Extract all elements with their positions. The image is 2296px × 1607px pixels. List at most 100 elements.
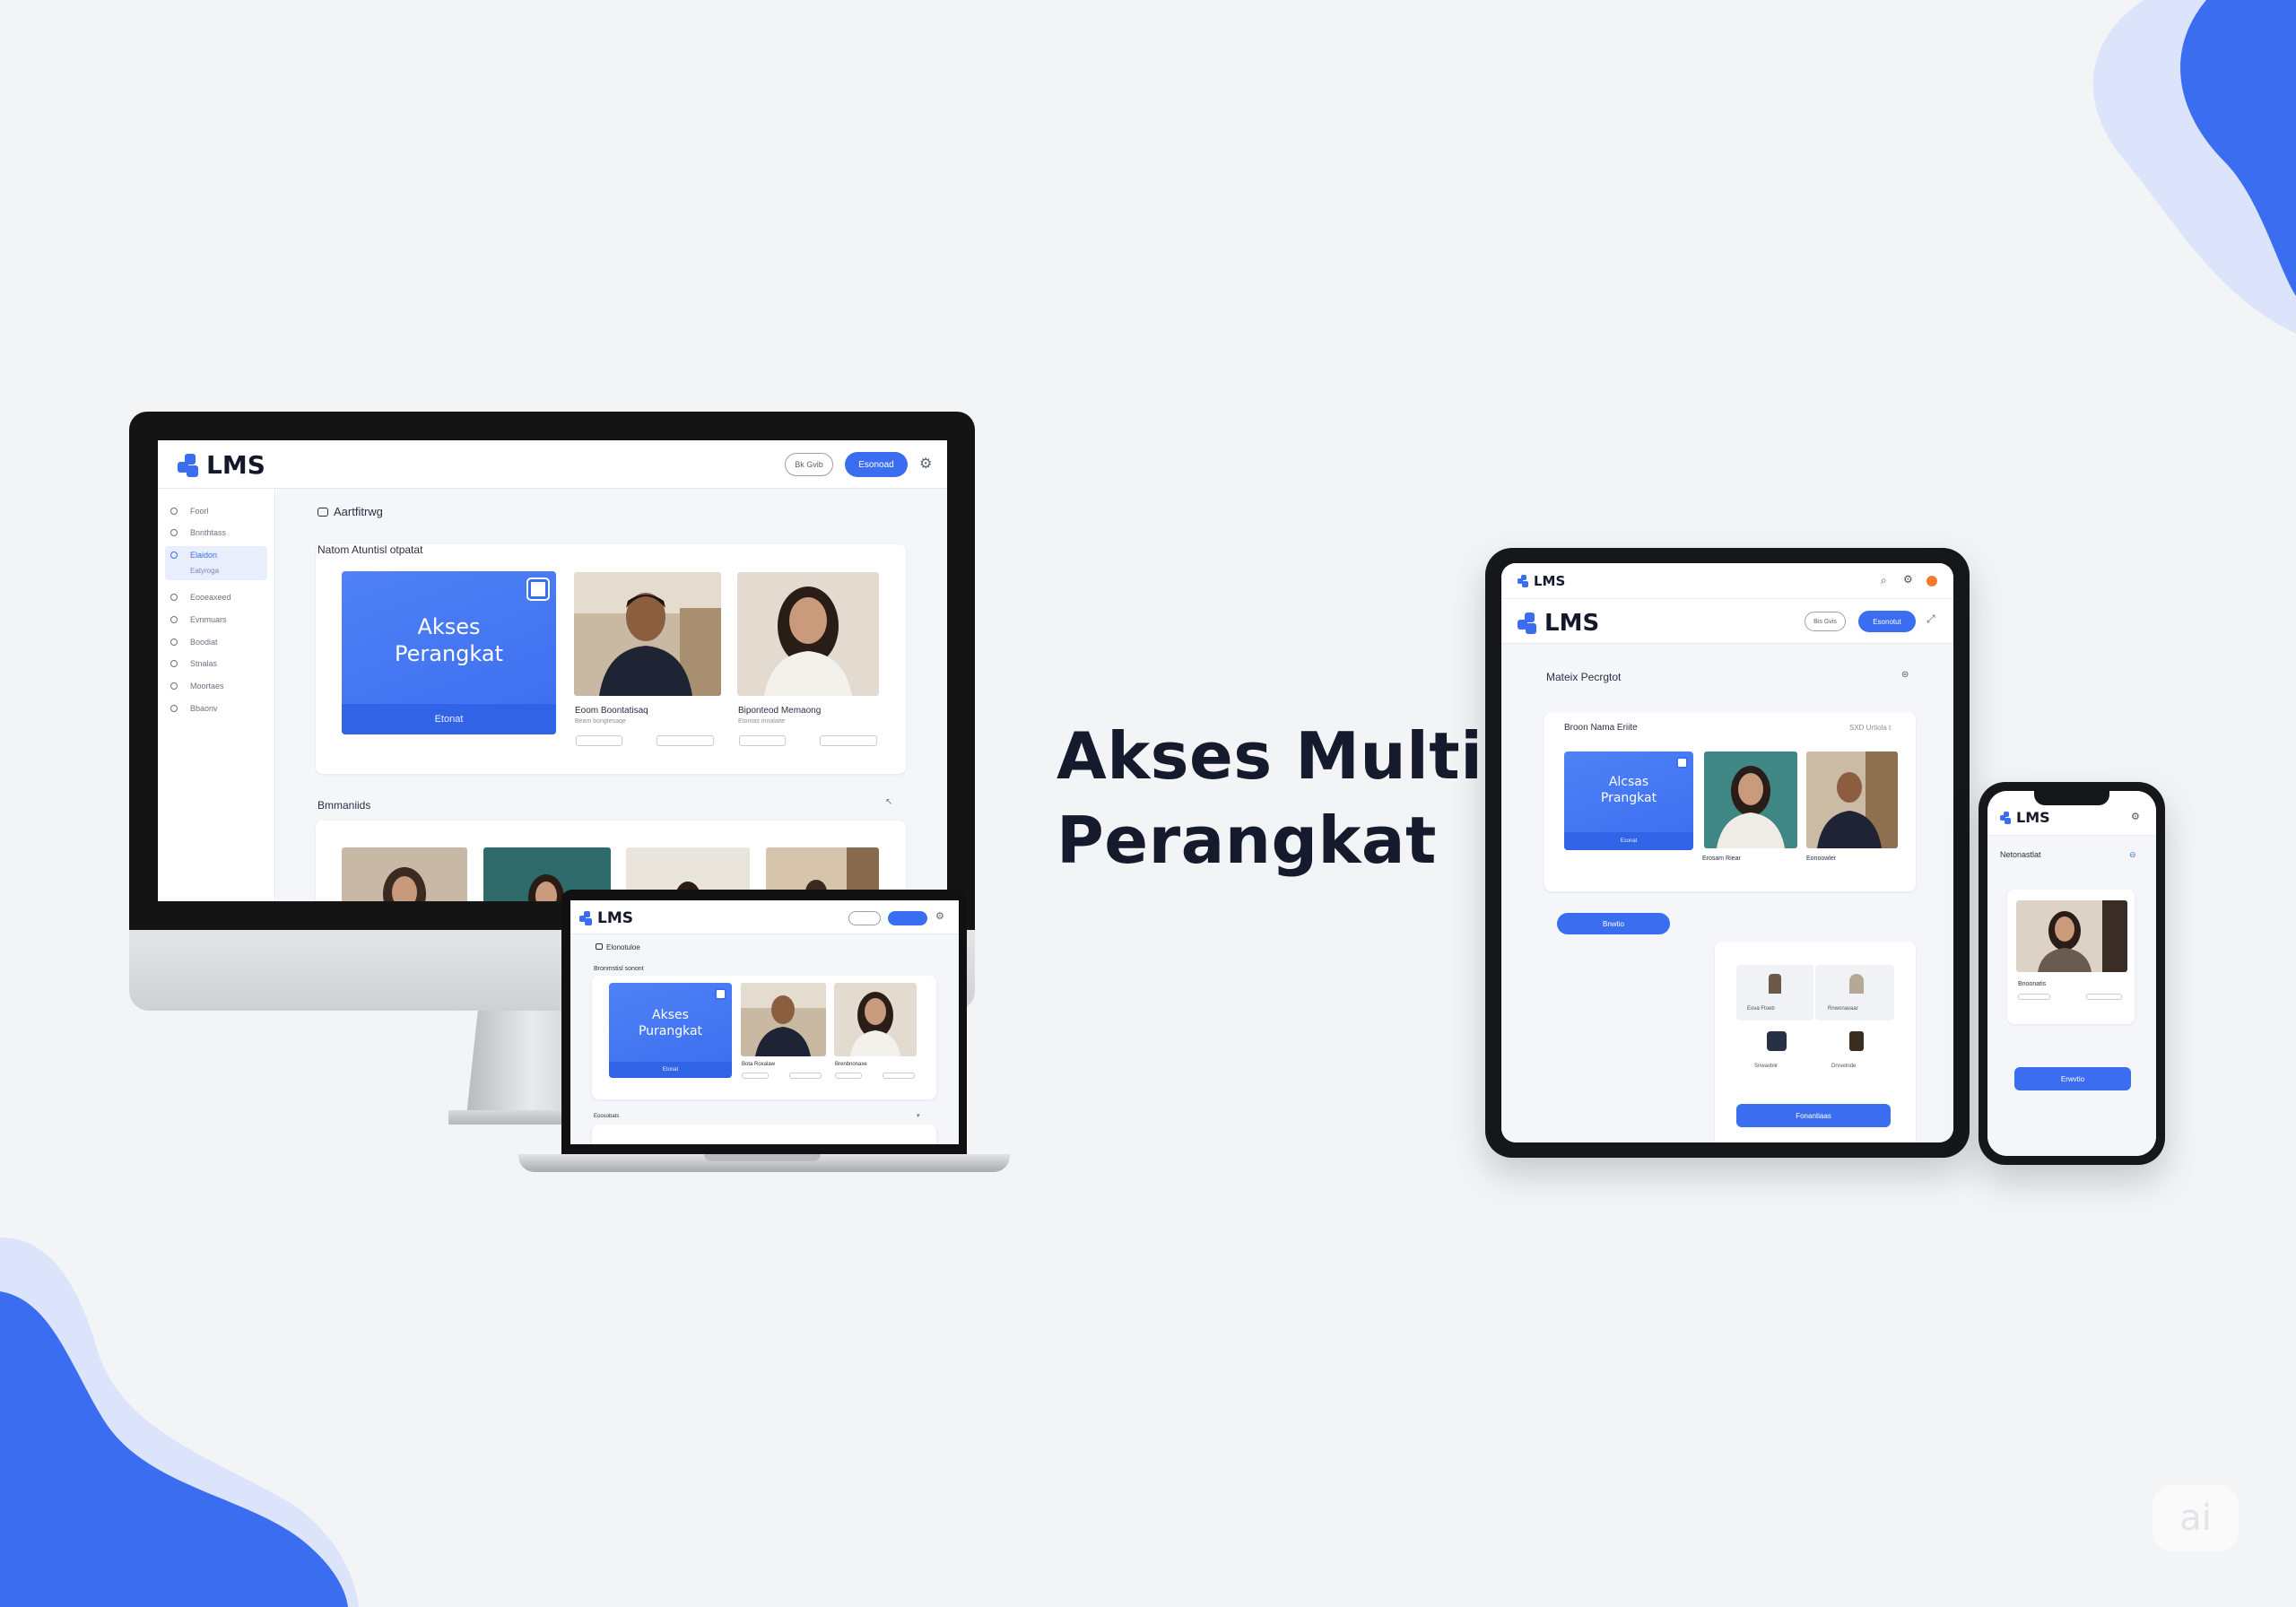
sidebar-item-4[interactable]: Eooeaxeed [170, 593, 231, 602]
tablet-page-title: Mateix Pecrgtot [1546, 671, 1622, 683]
laptop-chip-1[interactable] [742, 1073, 769, 1079]
gear-icon[interactable]: ⚙ [935, 910, 944, 922]
card2-chip-1[interactable] [576, 735, 622, 746]
laptop-screen: LMS ⚙ Elonotuloe Bronmstisl sonont Akses… [570, 900, 959, 1144]
title-icon [596, 943, 603, 950]
desktop-logo[interactable]: LMS [178, 450, 265, 480]
phone-button[interactable]: Erwvtio [2014, 1067, 2131, 1090]
hero-button[interactable]: Etonat [342, 704, 556, 734]
sidebar-item-1[interactable]: Bnnthtass [170, 528, 226, 537]
phone-title-icon[interactable]: ⊖ [2129, 850, 2136, 860]
chevron-down-icon[interactable]: ▾ [917, 1112, 920, 1119]
desktop-screen: LMS Bk Gvib Esonoad ⚙ Foorl Bnnthtass El… [158, 440, 947, 901]
headline: Akses Multi Perangkat [1057, 714, 1487, 882]
logo-mark-icon [1518, 612, 1539, 634]
expand-icon[interactable]: ⤢ [1926, 612, 1935, 626]
laptop-notch [704, 1154, 821, 1161]
tablet-photo-woman[interactable] [1704, 751, 1797, 848]
section2-photo-1[interactable] [342, 847, 467, 901]
hero-title-2: Purangkat [638, 1024, 703, 1038]
phone-logo[interactable]: LMS [2000, 809, 2050, 826]
search-icon[interactable]: ⌕ [1881, 574, 1887, 587]
tablet-topbar-logo[interactable]: LMS [1518, 573, 1565, 589]
grid-item-label: Rnwonavaar [1828, 1006, 1858, 1012]
laptop-hero-card[interactable]: Akses Purangkat Etonat [609, 983, 732, 1078]
tablet-primary-button[interactable]: Esonotut [1858, 611, 1916, 632]
section2-photo-1-illustration [383, 867, 426, 901]
hero-button[interactable]: Etonat [609, 1062, 732, 1078]
phone-chip-1[interactable] [2018, 994, 2050, 1000]
tablet-card-title: Broon Nama Eriite [1564, 723, 1638, 733]
hero-title-2: Perangkat [395, 641, 503, 666]
tablet-grid-item-1[interactable]: Rnwonavaar [1815, 965, 1894, 1021]
sidebar-dot-icon [170, 552, 178, 559]
desktop-outline-button[interactable]: Bk Gvib [785, 453, 833, 476]
sidebar-item-6[interactable]: Boodiat [170, 638, 218, 647]
hero-title-2: Prangkat [1600, 791, 1657, 805]
title-icon [317, 508, 328, 517]
headline-line-2: Perangkat [1057, 803, 1437, 878]
decorative-blob-top-right-accent [1955, 0, 2296, 341]
photo-man-illustration [741, 983, 826, 1056]
desktop-section2-title: Bmmaniids [317, 799, 371, 812]
settings-icon[interactable]: ⚙ [2131, 811, 2140, 822]
sidebar-item-7[interactable]: Stnalas [170, 659, 217, 668]
desktop-primary-button[interactable]: Esonoad [845, 452, 908, 477]
tablet-grid-item-3[interactable]: Drvvetnde [1815, 1024, 1894, 1080]
tablet-hero-card[interactable]: Alcsas Prangkat Esonat [1564, 751, 1693, 850]
laptop-chip-4[interactable] [883, 1073, 915, 1079]
laptop-chip-2[interactable] [789, 1073, 822, 1079]
sidebar-item-2[interactable]: Elaidon [170, 551, 217, 560]
grid-item-icon [1849, 1031, 1864, 1051]
tablet-grid-item-0[interactable]: Eova Ftoeb [1736, 965, 1813, 1021]
phone-page-title: Netonastlat [2000, 850, 2041, 859]
tablet-photo-man[interactable] [1806, 751, 1898, 848]
course-photo-man[interactable] [574, 572, 721, 696]
gear-icon[interactable]: ⚙ [919, 455, 932, 473]
laptop-logo[interactable]: LMS [579, 909, 633, 927]
photo-man-illustration [574, 572, 721, 696]
sidebar-item-8[interactable]: Moortaes [170, 682, 224, 691]
tablet-bottom-button[interactable]: Fonantiaas [1736, 1104, 1891, 1127]
laptop-primary-button[interactable] [888, 911, 927, 925]
photo-woman-illustration [737, 572, 879, 696]
settings-icon[interactable]: ⚙ [1903, 573, 1913, 586]
chat-icon [1676, 757, 1688, 769]
laptop-header: LMS ⚙ [570, 900, 959, 934]
laptop-section2-title: Eoosobats [594, 1114, 620, 1119]
desktop-hero-card[interactable]: Akses Perangkat Etonat [342, 571, 556, 734]
card3-chip-2[interactable] [820, 735, 877, 746]
tablet-grid-item-2[interactable]: Snwavbiir [1736, 1024, 1813, 1080]
laptop-chip-3[interactable] [835, 1073, 862, 1079]
sidebar-dot-icon [170, 508, 178, 515]
sidebar-item-0[interactable]: Foorl [170, 507, 209, 516]
chat-icon [715, 988, 726, 1000]
tablet-logo[interactable]: LMS [1518, 610, 1599, 637]
sidebar-item-3[interactable]: Eatyroga [190, 567, 219, 575]
desktop-card2-caption: Eoom Boontatisaq [575, 706, 648, 716]
tablet-outline-button[interactable]: Bis Gvis [1805, 612, 1846, 631]
laptop-photo-woman[interactable] [834, 983, 917, 1056]
card3-chip-1[interactable] [739, 735, 786, 746]
phone-chip-2[interactable] [2086, 994, 2122, 1000]
logo-mark-icon [579, 911, 594, 925]
hero-button[interactable]: Esonat [1564, 832, 1693, 850]
desktop-card2-sub: Beam bongtesaqe [575, 718, 626, 725]
notification-badge[interactable] [1926, 576, 1937, 586]
laptop-photo-man[interactable] [741, 983, 826, 1056]
laptop-outline-button[interactable] [848, 911, 881, 925]
photo-man-illustration [1806, 751, 1898, 848]
logo-text: LMS [597, 909, 633, 927]
sidebar-dot-icon [170, 529, 178, 536]
tablet-blue-button[interactable]: Bnwtio [1557, 913, 1670, 934]
sidebar-item-9[interactable]: Bbaonv [170, 704, 218, 713]
chat-icon [526, 578, 550, 601]
grid-item-label: Drvvetnde [1831, 1064, 1857, 1069]
card2-chip-2[interactable] [657, 735, 714, 746]
phone-photo-woman[interactable] [2016, 900, 2127, 972]
laptop-card2-caption: Bota Roxalaw [742, 1062, 776, 1067]
chevron-icon[interactable]: ↖ [885, 797, 892, 807]
tablet-title-icon[interactable]: ⊜ [1901, 670, 1909, 680]
sidebar-item-5[interactable]: Evnmuars [170, 615, 227, 624]
course-photo-woman[interactable] [737, 572, 879, 696]
